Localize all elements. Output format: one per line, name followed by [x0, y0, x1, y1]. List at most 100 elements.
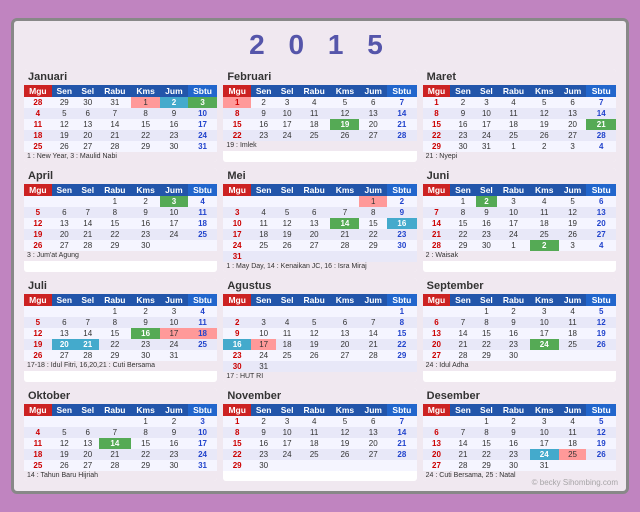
calendar-cell: 22: [450, 229, 475, 240]
calendar-cell: 10: [251, 328, 276, 339]
calendar-cell: 24: [276, 130, 298, 141]
calendar-cell: 29: [131, 141, 160, 152]
col-header: Sel: [476, 294, 498, 306]
col-header: Sbtu: [188, 294, 218, 306]
calendar-cell: [188, 350, 218, 361]
calendar-cell: 9: [497, 317, 530, 328]
calendar-cell: 21: [387, 119, 417, 130]
calendar-cell: 20: [423, 449, 451, 460]
calendar-cell: 21: [99, 130, 132, 141]
calendar-cell: 28: [387, 130, 417, 141]
calendar-cell: 12: [24, 328, 52, 339]
calendar-cell: 6: [298, 207, 331, 218]
calendar-cell: 14: [450, 438, 475, 449]
calendar-cell: [387, 251, 417, 262]
col-header: Sbtu: [387, 294, 417, 306]
calendar-cell: 8: [223, 108, 251, 119]
calendar-cell: 17: [276, 438, 298, 449]
calendar-cell: [99, 416, 132, 427]
calendar-cell: 21: [450, 339, 475, 350]
calendar-cell: 19: [330, 119, 359, 130]
calendar-cell: 12: [530, 108, 559, 119]
calendar-cell: 14: [586, 108, 616, 119]
calendar-cell: 2: [223, 317, 251, 328]
calendar-cell: 4: [559, 306, 587, 317]
month-title: Maret: [423, 69, 616, 85]
calendar-cell: 5: [330, 97, 359, 108]
calendar-cell: 2: [160, 416, 188, 427]
col-header: Kms: [530, 184, 559, 196]
calendar-cell: 3: [559, 240, 587, 251]
calendar-cell: 16: [223, 339, 251, 350]
calendar-cell: 26: [52, 141, 77, 152]
calendar-cell: 19: [24, 339, 52, 350]
calendar-cell: [298, 306, 331, 317]
calendar-cell: [450, 416, 475, 427]
calendar-cell: [52, 416, 77, 427]
calendar-cell: 25: [530, 229, 559, 240]
calendar-cell: 31: [251, 361, 276, 372]
calendar-cell: 29: [476, 350, 498, 361]
calendar-cell: 5: [24, 317, 52, 328]
calendar-cell: 4: [188, 196, 218, 207]
calendar-cell: 7: [77, 317, 99, 328]
calendar-cell: 25: [188, 229, 218, 240]
col-header: Sen: [450, 184, 475, 196]
month-title: Februari: [223, 69, 416, 85]
calendar-cell: 26: [530, 130, 559, 141]
calendar-cell: 13: [77, 438, 99, 449]
calendar-cell: 10: [276, 427, 298, 438]
calendar-cell: 27: [77, 460, 99, 471]
calendar-cell: 3: [223, 207, 251, 218]
calendar-cell: 20: [330, 339, 359, 350]
calendar-cell: 24: [188, 130, 218, 141]
calendar-cell: 16: [131, 218, 160, 229]
calendar-cell: 17: [276, 119, 298, 130]
calendar-cell: 13: [423, 328, 451, 339]
calendar-cell: 21: [77, 229, 99, 240]
col-header: Jum: [160, 404, 188, 416]
calendar-cell: 4: [586, 240, 616, 251]
calendar-cell: 14: [99, 438, 132, 449]
calendar-cell: 27: [586, 229, 616, 240]
calendar-cell: 23: [160, 449, 188, 460]
calendar-cell: 21: [99, 449, 132, 460]
calendar-cell: 8: [131, 108, 160, 119]
calendar-cell: 16: [160, 438, 188, 449]
col-header: Sel: [276, 294, 298, 306]
calendar-cell: 15: [476, 328, 498, 339]
calendar-cell: 16: [476, 218, 498, 229]
calendar-cell: 19: [330, 438, 359, 449]
calendar-cell: 25: [298, 449, 331, 460]
calendar-cell: 27: [52, 240, 77, 251]
calendar-cell: 18: [298, 119, 331, 130]
calendar-cell: [223, 196, 251, 207]
col-header: Mgu: [24, 294, 52, 306]
calendar-cell: 14: [423, 218, 451, 229]
calendar-cell: 15: [450, 218, 475, 229]
calendar-cell: 1: [99, 306, 132, 317]
calendar-cell: 6: [330, 317, 359, 328]
calendar-cell: [298, 460, 331, 471]
calendar-cell: 12: [52, 119, 77, 130]
calendar-cell: 20: [298, 229, 331, 240]
calendar-cell: 15: [387, 328, 417, 339]
calendar-cell: 28: [387, 449, 417, 460]
calendar-cell: 9: [251, 427, 276, 438]
calendar-cell: 18: [497, 119, 530, 130]
calendar-cell: 2: [160, 97, 188, 108]
calendar-cell: 3: [160, 306, 188, 317]
calendar-cell: 4: [559, 416, 587, 427]
calendar-cell: [24, 306, 52, 317]
month-table: MguSenSelRabuKmsJumSbtu12345678910111213…: [24, 184, 217, 251]
calendar-cell: [559, 460, 587, 471]
calendar-cell: 8: [476, 317, 498, 328]
calendar-cell: 30: [497, 350, 530, 361]
month-desember: DesemberMguSenSelRabuKmsJumSbtu123456789…: [423, 388, 616, 481]
col-header: Sbtu: [188, 404, 218, 416]
col-header: Kms: [131, 184, 160, 196]
calendar-cell: [423, 416, 451, 427]
calendar-cell: [387, 361, 417, 372]
calendar-cell: 10: [160, 317, 188, 328]
col-header: Kms: [330, 404, 359, 416]
